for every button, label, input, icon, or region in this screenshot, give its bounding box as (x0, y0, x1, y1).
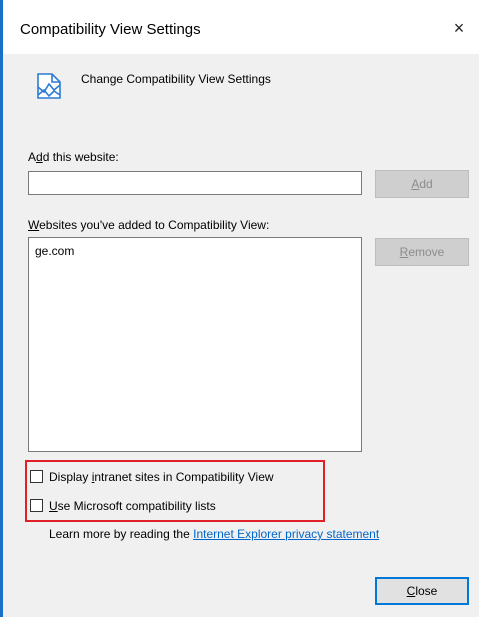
title-bar[interactable]: Compatibility View Settings × (3, 0, 479, 54)
privacy-statement-link[interactable]: Internet Explorer privacy statement (193, 527, 379, 541)
close-button[interactable]: Close (375, 577, 469, 605)
compatibility-view-dialog: Compatibility View Settings × Change Com… (0, 0, 479, 617)
microsoft-lists-checkbox[interactable] (30, 499, 43, 512)
add-website-label: Add this website: (28, 150, 119, 164)
header-label: Change Compatibility View Settings (81, 72, 271, 86)
remove-button[interactable]: Remove (375, 238, 469, 266)
add-website-input[interactable] (28, 171, 362, 195)
privacy-text: Learn more by reading the Internet Explo… (49, 527, 380, 541)
window-title: Compatibility View Settings (20, 21, 201, 38)
compatibility-view-icon (37, 73, 61, 99)
close-icon[interactable]: × (449, 18, 469, 38)
add-button[interactable]: Add (375, 170, 469, 198)
websites-listbox[interactable]: ge.com (28, 237, 362, 452)
intranet-checkbox-label[interactable]: Display intranet sites in Compatibility … (49, 470, 274, 484)
list-item[interactable]: ge.com (35, 244, 74, 258)
microsoft-lists-checkbox-label[interactable]: Use Microsoft compatibility lists (49, 499, 216, 513)
websites-list-label: Websites you've added to Compatibility V… (28, 218, 270, 232)
intranet-checkbox[interactable] (30, 470, 43, 483)
window-edge (0, 0, 3, 617)
